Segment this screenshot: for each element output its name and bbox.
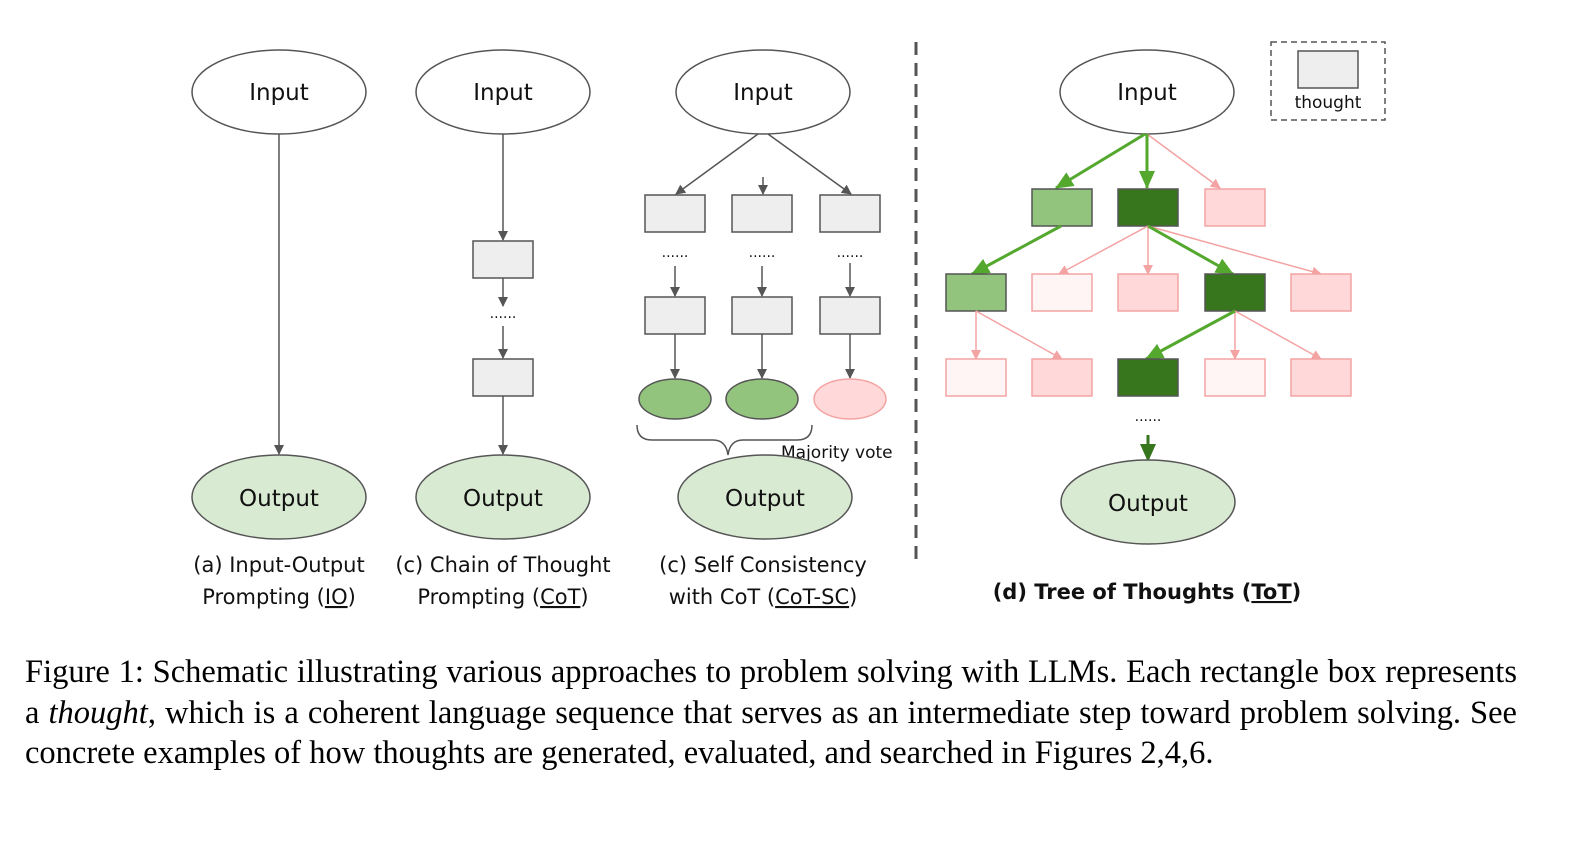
ellipsis: ...... — [490, 306, 517, 322]
tot-abbr-link: ToT — [1251, 580, 1292, 604]
pruned-edge — [1146, 133, 1221, 189]
thought-box-pruned — [1290, 273, 1352, 312]
ellipsis: ...... — [1135, 409, 1162, 425]
thought-box-pruned — [1031, 358, 1093, 397]
cot-caption-line2: Prompting (CoT) — [417, 585, 588, 609]
legend: thought — [1270, 41, 1386, 121]
ellipsis: ...... — [749, 245, 776, 261]
panel-cot: Input ...... Output (c) Chain of Thought… — [395, 49, 611, 609]
legend-thought-swatch — [1297, 50, 1359, 89]
thought-box — [472, 240, 534, 279]
ellipsis: ...... — [662, 245, 689, 261]
thought-box-pruned-pale — [1204, 358, 1266, 397]
thought-box-promising — [945, 273, 1007, 312]
input-label: Input — [733, 80, 793, 106]
figure-caption: Figure 1: Schematic illustrating various… — [25, 652, 1517, 774]
thought-box-selected — [1117, 188, 1179, 227]
cot-caption-line1: (c) Chain of Thought — [395, 553, 610, 577]
pruned-edge — [1147, 225, 1322, 277]
output-label: Output — [463, 486, 543, 512]
selected-edge — [1147, 224, 1234, 276]
caption-italic-thought: thought — [48, 694, 148, 731]
ellipsis: ...... — [837, 245, 864, 261]
thought-box — [731, 296, 793, 335]
caption-text-2: , which is a coherent language sequence … — [25, 694, 1517, 772]
cot-sc-caption-line2: with CoT (CoT-SC) — [669, 585, 858, 609]
input-label: Input — [249, 80, 309, 106]
io-caption-line1: (a) Input-Output — [193, 553, 364, 577]
tot-caption: (d) Tree of Thoughts (ToT) — [993, 580, 1302, 604]
thought-box — [472, 358, 534, 397]
legend-label: thought — [1295, 93, 1362, 113]
input-label: Input — [1117, 80, 1177, 106]
thought-box-promising — [1031, 188, 1093, 227]
edge — [767, 133, 852, 195]
io-abbr-link: IO — [325, 585, 348, 609]
input-label: Input — [473, 80, 533, 106]
selected-edge — [1055, 132, 1146, 190]
thought-box — [644, 194, 706, 233]
panel-cot-sc: Input ...... ...... ...... Majority vote… — [636, 49, 893, 609]
output-label: Output — [725, 486, 805, 512]
thought-box-pruned-pale — [1031, 273, 1093, 312]
selected-edge — [1145, 309, 1236, 361]
output-label: Output — [1108, 491, 1188, 517]
answer-node-agree — [638, 378, 712, 420]
cot-sc-abbr-link: CoT-SC — [775, 585, 849, 609]
thought-box — [819, 296, 881, 335]
thought-box-selected — [1204, 273, 1266, 312]
output-label: Output — [239, 486, 319, 512]
thought-box-selected — [1117, 358, 1179, 397]
answer-node-agree — [725, 378, 799, 420]
selected-edge — [971, 224, 1062, 276]
thought-box-pruned — [1117, 273, 1179, 312]
pruned-edge — [1058, 225, 1149, 275]
panel-io: Input Output (a) Input-Output Prompting … — [191, 49, 367, 609]
panel-tot: Input ...... Output (d) Tree of Thoughts… — [945, 41, 1386, 604]
pruned-edge — [1234, 310, 1322, 360]
thought-box-pruned — [1290, 358, 1352, 397]
cot-abbr-link: CoT — [540, 585, 581, 609]
edge — [675, 133, 759, 195]
cot-sc-caption-line1: (c) Self Consistency — [659, 553, 867, 577]
figure-diagram: Input Output (a) Input-Output Prompting … — [191, 41, 1386, 609]
thought-box-pruned-pale — [945, 358, 1007, 397]
thought-box — [731, 194, 793, 233]
thought-box — [644, 296, 706, 335]
answer-node-reject — [813, 378, 887, 420]
thought-box — [819, 194, 881, 233]
thought-box-pruned — [1204, 188, 1266, 227]
pruned-edge — [975, 310, 1063, 360]
io-caption-line2: Prompting (IO) — [202, 585, 356, 609]
